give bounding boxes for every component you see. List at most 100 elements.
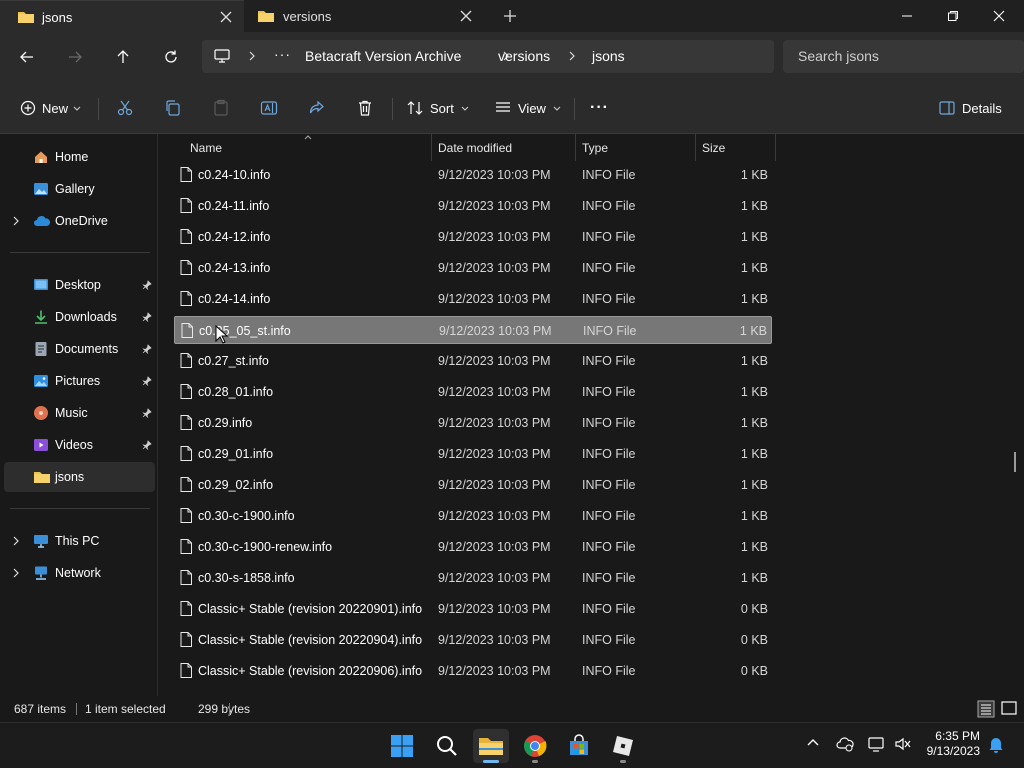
table-row[interactable]: c0.30-c-1900-renew.info 9/12/2023 10:03 P… <box>174 533 772 561</box>
file-date-modified: 9/12/2023 10:03 PM <box>438 540 551 554</box>
chevron-right-icon[interactable] <box>12 567 20 579</box>
pin-icon[interactable] <box>142 344 152 354</box>
onedrive-tray-icon[interactable] <box>836 736 854 752</box>
column-header-date[interactable]: Date modified <box>438 141 512 155</box>
store-icon <box>570 734 588 755</box>
pin-icon[interactable] <box>142 280 152 290</box>
sidebar-item-music[interactable]: Music <box>4 398 155 428</box>
vertical-scrollbar[interactable] <box>1014 452 1016 472</box>
tab-jsons[interactable]: jsons <box>0 0 244 32</box>
active-indicator <box>483 760 499 763</box>
sidebar-item-home[interactable]: Home <box>4 142 155 172</box>
tab-versions[interactable]: versions <box>244 0 484 32</box>
table-row[interactable]: c0.24-14.info 9/12/2023 10:03 PM INFO File… <box>174 285 772 313</box>
network-tray-icon[interactable] <box>868 736 886 752</box>
system-clock[interactable]: 6:35 PM 9/13/2023 <box>918 729 980 759</box>
chevron-down-icon <box>553 106 561 111</box>
view-button[interactable]: View <box>494 96 562 120</box>
file-explorer-taskbar-button[interactable] <box>473 729 509 763</box>
sidebar-item-pictures[interactable]: Pictures <box>4 366 155 396</box>
breadcrumb-item[interactable]: Betacraft Version Archive <box>305 48 461 64</box>
table-row[interactable]: c0.29_02.info 9/12/2023 10:03 PM INFO File… <box>174 471 772 499</box>
column-divider[interactable] <box>695 134 696 161</box>
paste-button[interactable] <box>212 96 230 120</box>
sidebar-item-documents[interactable]: Documents <box>4 334 155 364</box>
close-tab-icon[interactable] <box>458 8 474 24</box>
sidebar-item-videos[interactable]: Videos <box>4 430 155 460</box>
details-view-icon[interactable] <box>977 700 995 718</box>
file-icon <box>180 353 192 368</box>
copy-icon <box>166 100 180 116</box>
table-row[interactable]: c0.30-c-1900.info 9/12/2023 10:03 PM INFO … <box>174 502 772 530</box>
search-taskbar-button[interactable] <box>429 729 465 763</box>
chevron-right-icon[interactable] <box>12 535 20 547</box>
table-row[interactable]: c0.24-11.info 9/12/2023 10:03 PM INFO File… <box>174 192 772 220</box>
refresh-button[interactable] <box>157 44 185 70</box>
table-row[interactable]: c0.24-12.info 9/12/2023 10:03 PM INFO File… <box>174 223 772 251</box>
up-button[interactable] <box>109 44 137 70</box>
new-button[interactable]: New <box>20 96 82 120</box>
column-divider[interactable] <box>575 134 576 161</box>
sidebar-item-label: Music <box>55 406 88 420</box>
sidebar-item-downloads[interactable]: Downloads <box>4 302 155 332</box>
sidebar-item-desktop[interactable]: Desktop <box>4 270 155 300</box>
address-bar[interactable]: ··· Betacraft Version Archive versions j… <box>202 40 774 73</box>
table-row[interactable]: c0.29_01.info 9/12/2023 10:03 PM INFO File… <box>174 440 772 468</box>
sort-button[interactable]: Sort <box>406 96 470 120</box>
more-options-button[interactable]: ··· <box>590 96 609 120</box>
sidebar-item-jsons[interactable]: jsons <box>4 462 155 492</box>
chevron-right-icon[interactable] <box>12 215 20 227</box>
new-tab-icon[interactable] <box>501 7 519 25</box>
cut-button[interactable] <box>116 96 134 120</box>
column-divider[interactable] <box>431 134 432 161</box>
maximize-button[interactable] <box>930 0 976 32</box>
table-row[interactable]: Classic+ Stable (revision 20220906).info… <box>174 657 772 685</box>
sidebar-item-network[interactable]: Network <box>4 558 155 588</box>
notification-bell-icon[interactable] <box>988 735 1004 753</box>
close-tab-icon[interactable] <box>218 9 234 25</box>
pin-icon[interactable] <box>142 312 152 322</box>
column-divider[interactable] <box>775 134 776 161</box>
tiles-view-icon[interactable] <box>1000 700 1018 718</box>
breadcrumb-overflow[interactable]: ··· <box>274 46 291 62</box>
table-row[interactable]: c0.25_05_st.info 9/12/2023 10:03 PM INFO F… <box>174 316 772 344</box>
start-button[interactable] <box>384 729 420 763</box>
file-icon <box>180 570 192 585</box>
pin-icon[interactable] <box>142 408 152 418</box>
pin-icon[interactable] <box>142 440 152 450</box>
column-header-size[interactable]: Size <box>702 141 725 155</box>
sidebar-item-gallery[interactable]: Gallery <box>4 174 155 204</box>
table-row[interactable]: c0.28_01.info 9/12/2023 10:03 PM INFO File… <box>174 378 772 406</box>
column-header-name[interactable]: Name <box>190 141 222 155</box>
table-row[interactable]: c0.30-s-1858.info 9/12/2023 10:03 PM INFO … <box>174 564 772 592</box>
minimize-button[interactable] <box>884 0 930 32</box>
copy-button[interactable] <box>164 96 182 120</box>
breadcrumb-item-versions[interactable]: versions <box>498 48 550 64</box>
rename-button[interactable] <box>260 96 278 120</box>
table-row[interactable]: c0.27_st.info 9/12/2023 10:03 PM INFO File… <box>174 347 772 375</box>
close-window-button[interactable] <box>976 0 1022 32</box>
file-icon <box>180 229 192 244</box>
table-row[interactable]: Classic+ Stable (revision 20220901).info… <box>174 595 772 623</box>
share-button[interactable] <box>308 96 326 120</box>
sidebar-item-this-pc[interactable]: This PC <box>4 526 155 556</box>
table-row[interactable]: c0.24-13.info 9/12/2023 10:03 PM INFO File… <box>174 254 772 282</box>
column-header-type[interactable]: Type <box>582 141 608 155</box>
table-row[interactable]: Classic+ Stable (revision 20220904).info… <box>174 626 772 654</box>
table-row[interactable]: c0.29.info 9/12/2023 10:03 PM INFO File 1 K… <box>174 409 772 437</box>
forward-button[interactable] <box>61 44 89 70</box>
volume-muted-icon[interactable] <box>894 736 912 752</box>
delete-button[interactable] <box>356 96 374 120</box>
music-icon <box>33 405 49 421</box>
search-input[interactable]: Search jsons <box>783 40 1024 73</box>
roblox-taskbar-button[interactable] <box>605 729 641 763</box>
sidebar-item-onedrive[interactable]: OneDrive <box>4 206 155 236</box>
breadcrumb-item-jsons[interactable]: jsons <box>592 48 625 64</box>
pin-icon[interactable] <box>142 376 152 386</box>
store-taskbar-button[interactable] <box>561 729 597 763</box>
chevron-up-icon[interactable] <box>806 736 820 750</box>
back-button[interactable] <box>13 44 41 70</box>
chrome-taskbar-button[interactable] <box>517 729 553 763</box>
table-row[interactable]: c0.24-10.info 9/12/2023 10:03 PM INFO File… <box>174 161 772 189</box>
details-pane-button[interactable]: Details <box>938 96 1002 120</box>
